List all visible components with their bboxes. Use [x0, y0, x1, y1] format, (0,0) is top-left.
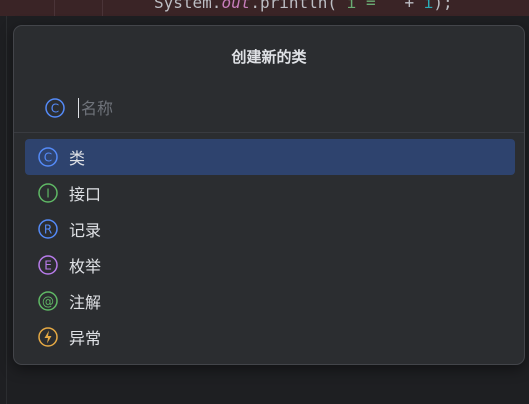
code-token-field: out [221, 0, 251, 12]
code-token: System. [154, 0, 222, 12]
code-token: .println( [250, 0, 347, 12]
code-token: ); [433, 0, 453, 12]
record-icon: R [37, 218, 59, 240]
class-icon: C [44, 97, 66, 119]
class-kind-item[interactable]: I 接口 [25, 175, 515, 211]
class-kind-label: 注解 [69, 293, 102, 312]
highlighted-code-line: System.out.println( i = + i); [0, 0, 529, 16]
class-kind-label: 异常 [69, 329, 102, 348]
search-row[interactable]: C [44, 96, 461, 120]
svg-text:C: C [44, 151, 52, 165]
exception-icon [37, 326, 59, 348]
class-kind-list: C 类 I 接口 R 记录 E 枚举 @ 注解 异常 [25, 139, 515, 355]
class-name-input[interactable] [79, 98, 461, 118]
code-token-var: i [423, 0, 434, 12]
class-icon: C [37, 146, 59, 168]
class-kind-label: 接口 [69, 185, 102, 204]
divider [14, 132, 524, 133]
dialog-title: 创建新的类 [231, 48, 307, 66]
class-kind-item[interactable]: @ 注解 [25, 283, 515, 319]
svg-text:@: @ [42, 295, 54, 309]
annotation-icon: @ [37, 290, 59, 312]
gutter-divider [6, 0, 7, 404]
code-text[interactable]: System.out.println( i = + i); [154, 0, 453, 12]
svg-text:I: I [46, 187, 50, 201]
class-kind-label: 记录 [69, 221, 102, 240]
interface-icon: I [37, 182, 59, 204]
svg-text:R: R [44, 223, 52, 237]
class-kind-item[interactable]: R 记录 [25, 211, 515, 247]
svg-text:E: E [44, 259, 52, 273]
indent-guide [54, 0, 55, 16]
class-kind-item[interactable]: E 枚举 [25, 247, 515, 283]
new-class-dialog: 创建新的类 C C类I接口R记录E枚举@注解异常 [13, 25, 525, 365]
class-kind-item[interactable]: C类 [25, 139, 515, 175]
class-kind-label: 类 [69, 149, 86, 168]
class-kind-label: 枚举 [69, 257, 102, 276]
code-token: + [385, 0, 424, 12]
indent-guide [102, 0, 103, 16]
code-token-string: i = [346, 0, 386, 12]
class-kind-item[interactable]: 异常 [25, 319, 515, 355]
svg-text:C: C [51, 102, 59, 116]
enum-icon: E [37, 254, 59, 276]
